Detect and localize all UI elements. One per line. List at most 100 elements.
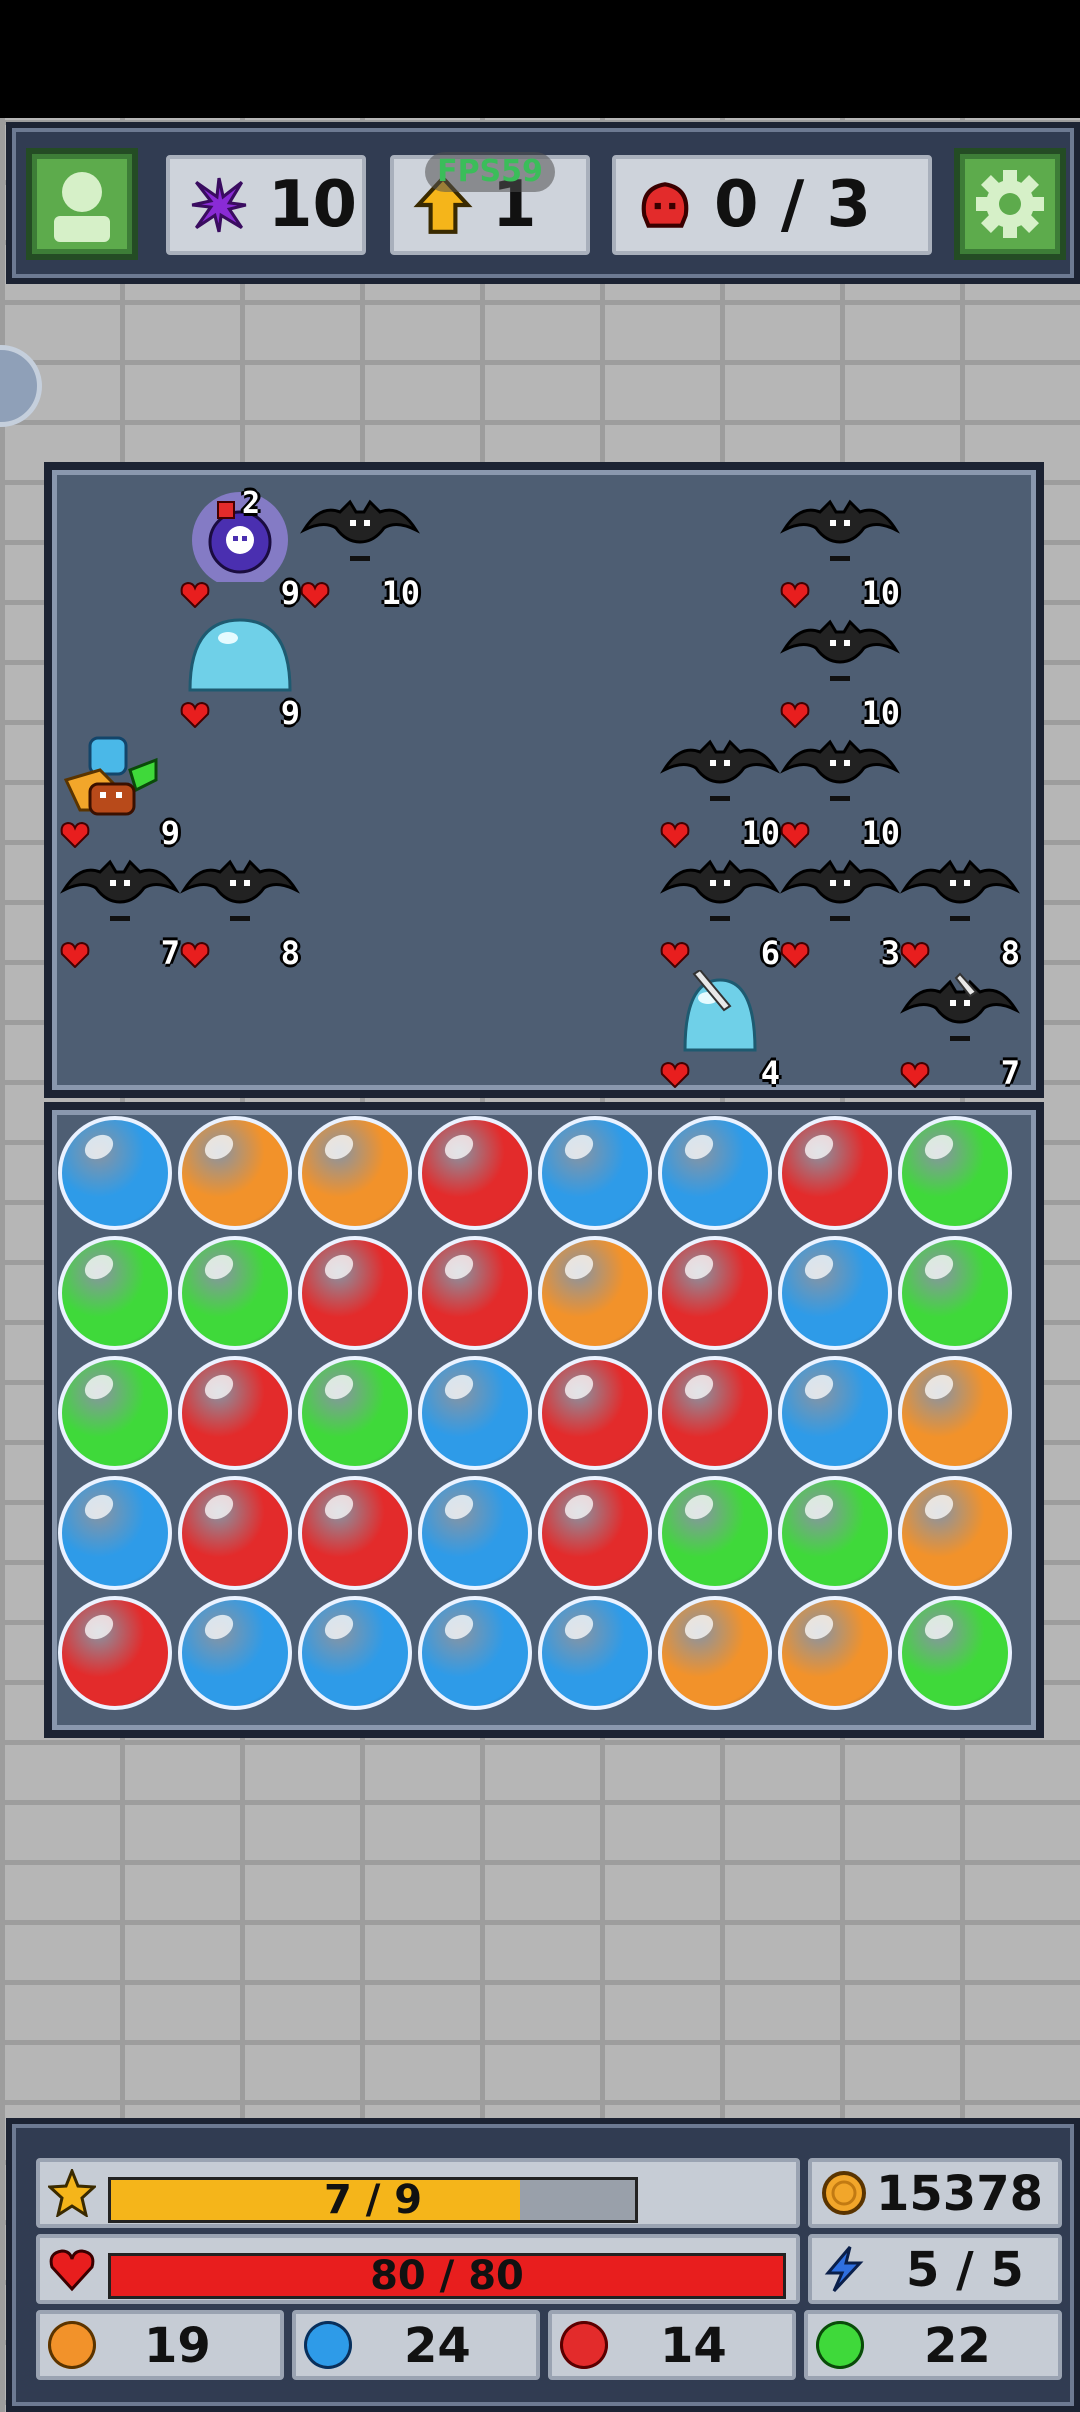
orb-blue[interactable] — [658, 1116, 772, 1230]
orb-green[interactable] — [898, 1596, 1012, 1710]
hp-text: 80 / 80 — [370, 2253, 524, 2299]
unit-hp: 8 — [900, 934, 1020, 972]
gear-icon — [976, 170, 1044, 238]
unit-hp: 10 — [780, 814, 900, 852]
orb-blue[interactable] — [538, 1596, 652, 1710]
orb-blue[interactable] — [298, 1596, 412, 1710]
orb-red[interactable] — [418, 1236, 532, 1350]
unit-slime-blue[interactable]: 9 — [180, 610, 300, 732]
unit-hp: 9 — [60, 814, 180, 852]
heart-icon — [180, 701, 210, 728]
monster-icon — [641, 182, 689, 228]
unit-bat[interactable]: 8 — [180, 850, 300, 972]
unit-bat[interactable]: 10 — [660, 730, 780, 852]
gold-amount: 15378 — [876, 2166, 1043, 2222]
settings-button[interactable] — [954, 148, 1066, 260]
orb-orange[interactable] — [898, 1476, 1012, 1590]
unit-bat[interactable]: 10 — [300, 490, 420, 612]
crystal-icon — [191, 177, 247, 233]
orb-red[interactable] — [658, 1356, 772, 1470]
orb-blue[interactable] — [58, 1116, 172, 1230]
xp-cell: 7 / 9 — [36, 2158, 800, 2228]
unit-hp-value: 10 — [861, 814, 900, 852]
unit-hp-value: 10 — [861, 574, 900, 612]
red-orb-count: 14 — [660, 2318, 727, 2374]
unit-hp: 7 — [900, 1054, 1020, 1092]
blue-orb-count: 24 — [404, 2318, 471, 2374]
orb-green[interactable] — [58, 1236, 172, 1350]
heart-icon — [900, 941, 930, 968]
unit-hp: 4 — [660, 1054, 780, 1092]
orb-red[interactable] — [778, 1116, 892, 1230]
profile-button[interactable] — [26, 148, 138, 260]
unit-hp: 7 — [60, 934, 180, 972]
orb-red[interactable] — [538, 1356, 652, 1470]
unit-bat[interactable]: 3 — [780, 850, 900, 972]
orb-red[interactable] — [298, 1236, 412, 1350]
unit-bat[interactable]: 7 — [60, 850, 180, 972]
orb-orange[interactable] — [298, 1116, 412, 1230]
star-icon — [48, 2169, 96, 2217]
mana-value: 5 / 5 — [906, 2242, 1024, 2298]
unit-slime-blue-sword[interactable]: 4 — [660, 970, 780, 1092]
orb-red[interactable] — [58, 1596, 172, 1710]
unit-hp: 10 — [660, 814, 780, 852]
orb-blue[interactable] — [58, 1476, 172, 1590]
orb-red[interactable] — [178, 1476, 292, 1590]
unit-bat[interactable]: 10 — [780, 730, 900, 852]
heart-icon — [660, 821, 690, 848]
orb-board — [44, 1102, 1044, 1738]
orb-red[interactable] — [658, 1236, 772, 1350]
orb-green[interactable] — [658, 1476, 772, 1590]
orb-orange[interactable] — [178, 1116, 292, 1230]
hp-cell: 80 / 80 — [36, 2234, 800, 2304]
orb-blue[interactable] — [418, 1596, 532, 1710]
orb-red[interactable] — [178, 1356, 292, 1470]
orb-red[interactable] — [418, 1116, 532, 1230]
orb-blue[interactable] — [418, 1356, 532, 1470]
unit-hero-knight[interactable]: 9 — [60, 730, 180, 852]
heart-icon — [49, 2249, 95, 2292]
heart-icon — [780, 821, 810, 848]
top-hud: 10 1 0 / 3 — [6, 122, 1080, 284]
orb-green[interactable] — [58, 1356, 172, 1470]
unit-hp-value: 3 — [880, 934, 900, 972]
orb-orange[interactable] — [658, 1596, 772, 1710]
orb-red[interactable] — [298, 1476, 412, 1590]
unit-bat[interactable]: 10 — [780, 610, 900, 732]
orb-orange[interactable] — [898, 1356, 1012, 1470]
xp-bar: 7 / 9 — [108, 2177, 638, 2223]
orb-red[interactable] — [538, 1476, 652, 1590]
unit-hp-value: 4 — [760, 1054, 780, 1092]
orb-blue[interactable] — [418, 1476, 532, 1590]
orb-orange[interactable] — [778, 1596, 892, 1710]
side-menu-tab[interactable] — [0, 345, 42, 427]
heart-icon — [300, 581, 330, 608]
orb-green[interactable] — [778, 1476, 892, 1590]
unit-badge: 2 — [241, 486, 260, 521]
unit-hp-value: 8 — [280, 934, 300, 972]
orb-green[interactable] — [178, 1236, 292, 1350]
orb-green[interactable] — [898, 1116, 1012, 1230]
orange-orb-count: 19 — [144, 2318, 211, 2374]
unit-bat[interactable]: 10 — [780, 490, 900, 612]
orb-blue[interactable] — [778, 1236, 892, 1350]
orb-blue[interactable] — [178, 1596, 292, 1710]
orb-green[interactable] — [898, 1236, 1012, 1350]
unit-hp-value: 7 — [1000, 1054, 1020, 1092]
red-orb-icon — [560, 2321, 608, 2369]
unit-hp-value: 6 — [760, 934, 780, 972]
unit-ghost-orb[interactable]: 92 — [180, 486, 300, 612]
unit-hp: 10 — [300, 574, 420, 612]
unit-bat[interactable]: 8 — [900, 850, 1020, 972]
orb-green[interactable] — [298, 1356, 412, 1470]
heart-icon — [780, 581, 810, 608]
orb-blue[interactable] — [538, 1116, 652, 1230]
orb-blue[interactable] — [778, 1356, 892, 1470]
xp-text: 7 / 9 — [323, 2177, 423, 2223]
unit-bat[interactable]: 6 — [660, 850, 780, 972]
blue-orb-icon — [304, 2321, 352, 2369]
orb-orange[interactable] — [538, 1236, 652, 1350]
coin-icon — [822, 2171, 866, 2215]
unit-bat-sword[interactable]: 7 — [900, 970, 1020, 1092]
